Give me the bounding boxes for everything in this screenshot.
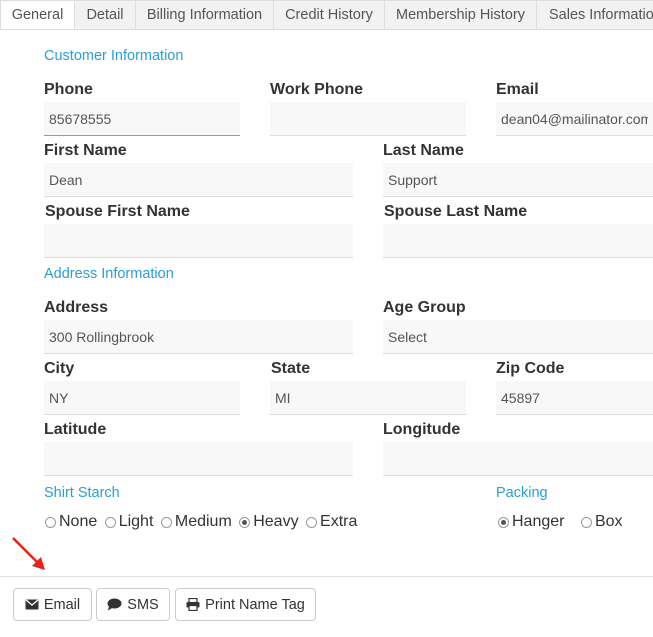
last-name-label: Last Name: [383, 142, 464, 159]
zip-code-label: Zip Code: [496, 360, 565, 377]
spouse-first-name-label: Spouse First Name: [45, 203, 190, 220]
spouse-first-name-input[interactable]: [44, 224, 353, 258]
tab-billing-information[interactable]: Billing Information: [135, 0, 274, 29]
shirt-starch-label: Shirt Starch: [44, 485, 120, 501]
starch-option-none[interactable]: None: [45, 513, 97, 531]
tab-general[interactable]: General: [0, 0, 75, 29]
section-customer-information: Customer Information: [44, 48, 184, 64]
radio-medium[interactable]: [160, 516, 172, 528]
printer-icon: [186, 598, 200, 611]
starch-option-medium[interactable]: Medium: [160, 513, 232, 531]
state-label: State: [271, 360, 311, 377]
address-label: Address: [44, 299, 109, 316]
spouse-last-name-input[interactable]: [383, 224, 653, 258]
section-address-information: Address Information: [44, 266, 174, 282]
comment-icon: [107, 598, 122, 611]
city-input[interactable]: [44, 381, 240, 415]
tab-credit-history[interactable]: Credit History: [273, 0, 385, 29]
email-button[interactable]: Email: [13, 588, 92, 621]
state-input[interactable]: [270, 381, 466, 415]
work-phone-input[interactable]: [270, 102, 466, 136]
radio-none[interactable]: [45, 516, 56, 528]
radio-box[interactable]: [580, 516, 592, 528]
email-input[interactable]: [496, 102, 653, 136]
spouse-last-name-label: Spouse Last Name: [384, 203, 528, 220]
radio-extra[interactable]: [306, 516, 318, 528]
longitude-label: Longitude: [383, 421, 461, 438]
last-name-input[interactable]: [383, 163, 653, 197]
starch-option-light[interactable]: Light: [104, 513, 153, 531]
longitude-input[interactable]: [383, 442, 653, 476]
packing-label: Packing: [496, 485, 548, 501]
sms-button[interactable]: SMS: [96, 588, 170, 621]
shirt-starch-options: None Light Medium Heavy Extra: [45, 513, 360, 533]
starch-option-heavy[interactable]: Heavy: [239, 513, 299, 531]
tab-sales-information[interactable]: Sales Information: [536, 0, 653, 29]
packing-option-box[interactable]: Box: [580, 513, 623, 531]
tab-bar: General Detail Billing Information Credi…: [0, 0, 653, 30]
phone-input[interactable]: [44, 102, 240, 136]
latitude-label: Latitude: [44, 421, 107, 438]
radio-light[interactable]: [104, 516, 116, 528]
tab-detail[interactable]: Detail: [74, 0, 136, 29]
city-label: City: [44, 360, 75, 377]
starch-option-extra[interactable]: Extra: [306, 513, 357, 531]
phone-label: Phone: [44, 81, 93, 98]
first-name-label: First Name: [44, 142, 127, 159]
address-input[interactable]: [44, 320, 353, 354]
latitude-input[interactable]: [44, 442, 353, 476]
zip-code-input[interactable]: [496, 381, 653, 415]
email-label: Email: [496, 81, 539, 98]
age-group-label: Age Group: [383, 299, 466, 316]
packing-option-hanger[interactable]: Hanger: [498, 513, 564, 531]
packing-options: Hanger Box: [498, 513, 626, 533]
envelope-icon: [25, 599, 39, 610]
first-name-input[interactable]: [44, 163, 353, 197]
arrow-annotation-icon: [12, 537, 45, 570]
age-group-select[interactable]: [383, 320, 653, 354]
radio-hanger[interactable]: [498, 516, 509, 528]
tab-membership-history[interactable]: Membership History: [384, 0, 537, 29]
radio-heavy[interactable]: [239, 516, 251, 528]
print-name-tag-button[interactable]: Print Name Tag: [175, 588, 316, 621]
work-phone-label: Work Phone: [270, 81, 364, 98]
